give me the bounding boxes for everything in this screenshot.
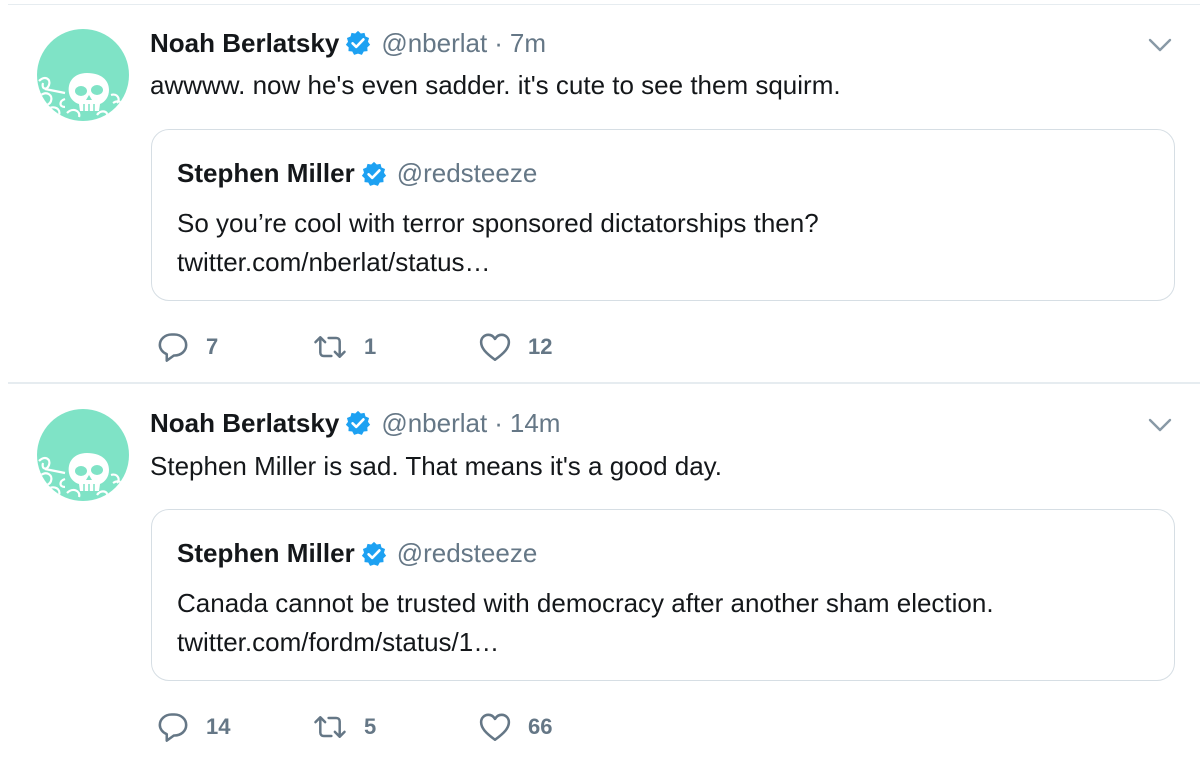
avatar[interactable] <box>37 409 129 501</box>
tweet-header: Noah Berlatsky @nberlat · 7m <box>150 27 546 59</box>
quoted-tweet-text: Canada cannot be trusted with democracy … <box>177 584 994 662</box>
heart-icon <box>478 330 512 364</box>
quoted-tweet[interactable]: Stephen Miller @redsteeze Canada cannot … <box>151 509 1175 681</box>
quoted-author-handle: @redsteeze <box>396 538 538 568</box>
author-handle[interactable]: @nberlat <box>381 408 487 439</box>
verified-badge-icon <box>345 410 371 436</box>
reply-button[interactable]: 14 <box>156 710 230 744</box>
timestamp[interactable]: 14m <box>510 408 561 439</box>
retweet-icon <box>312 330 348 364</box>
quoted-author-handle: @redsteeze <box>396 158 538 188</box>
timestamp[interactable]: 7m <box>510 28 546 59</box>
like-button[interactable]: 12 <box>478 330 552 364</box>
chevron-down-icon[interactable] <box>1145 30 1175 60</box>
reply-icon <box>156 330 190 364</box>
heart-icon <box>478 710 512 744</box>
separator-dot: · <box>494 407 503 438</box>
retweet-count: 5 <box>364 714 377 739</box>
reply-icon <box>156 710 190 744</box>
quoted-link[interactable]: twitter.com/nberlat/status… <box>177 243 819 282</box>
separator-dot: · <box>494 27 503 58</box>
quoted-author-name: Stephen Miller <box>177 158 355 188</box>
verified-badge-icon <box>361 541 387 567</box>
reply-count: 14 <box>206 714 231 739</box>
like-button[interactable]: 66 <box>478 710 552 744</box>
quoted-text-line: So you’re cool with terror sponsored dic… <box>177 208 819 238</box>
retweet-count: 1 <box>364 334 377 359</box>
reply-count: 7 <box>206 334 219 359</box>
retweet-button[interactable]: 5 <box>312 710 376 744</box>
quoted-tweet-header: Stephen Miller @redsteeze <box>177 538 537 569</box>
retweet-button[interactable]: 1 <box>312 330 376 364</box>
quoted-tweet-header: Stephen Miller @redsteeze <box>177 158 537 189</box>
tweet-header: Noah Berlatsky @nberlat · 14m <box>150 407 560 439</box>
verified-badge-icon <box>345 30 371 56</box>
author-name[interactable]: Noah Berlatsky <box>150 408 339 439</box>
reply-button[interactable]: 7 <box>156 330 218 364</box>
tweet-text: Stephen Miller is sad. That means it's a… <box>150 451 722 481</box>
skull-avatar-icon <box>38 453 124 498</box>
verified-badge-icon <box>361 161 387 187</box>
like-count: 12 <box>528 334 553 359</box>
like-count: 66 <box>528 714 553 739</box>
top-divider <box>8 4 1200 5</box>
chevron-down-icon[interactable] <box>1145 410 1175 440</box>
quoted-author-name: Stephen Miller <box>177 538 355 568</box>
retweet-icon <box>312 710 348 744</box>
quoted-text-line: Canada cannot be trusted with democracy … <box>177 588 994 618</box>
quoted-tweet[interactable]: Stephen Miller @redsteeze So you’re cool… <box>151 129 1175 301</box>
avatar[interactable] <box>37 29 129 121</box>
quoted-link[interactable]: twitter.com/fordm/status/1… <box>177 623 994 662</box>
author-handle[interactable]: @nberlat <box>381 28 487 59</box>
tweet-text: awwww. now he's even sadder. it's cute t… <box>150 70 841 100</box>
skull-avatar-icon <box>38 73 124 118</box>
tweet-divider <box>8 382 1200 384</box>
quoted-tweet-text: So you’re cool with terror sponsored dic… <box>177 204 819 282</box>
author-name[interactable]: Noah Berlatsky <box>150 28 339 59</box>
